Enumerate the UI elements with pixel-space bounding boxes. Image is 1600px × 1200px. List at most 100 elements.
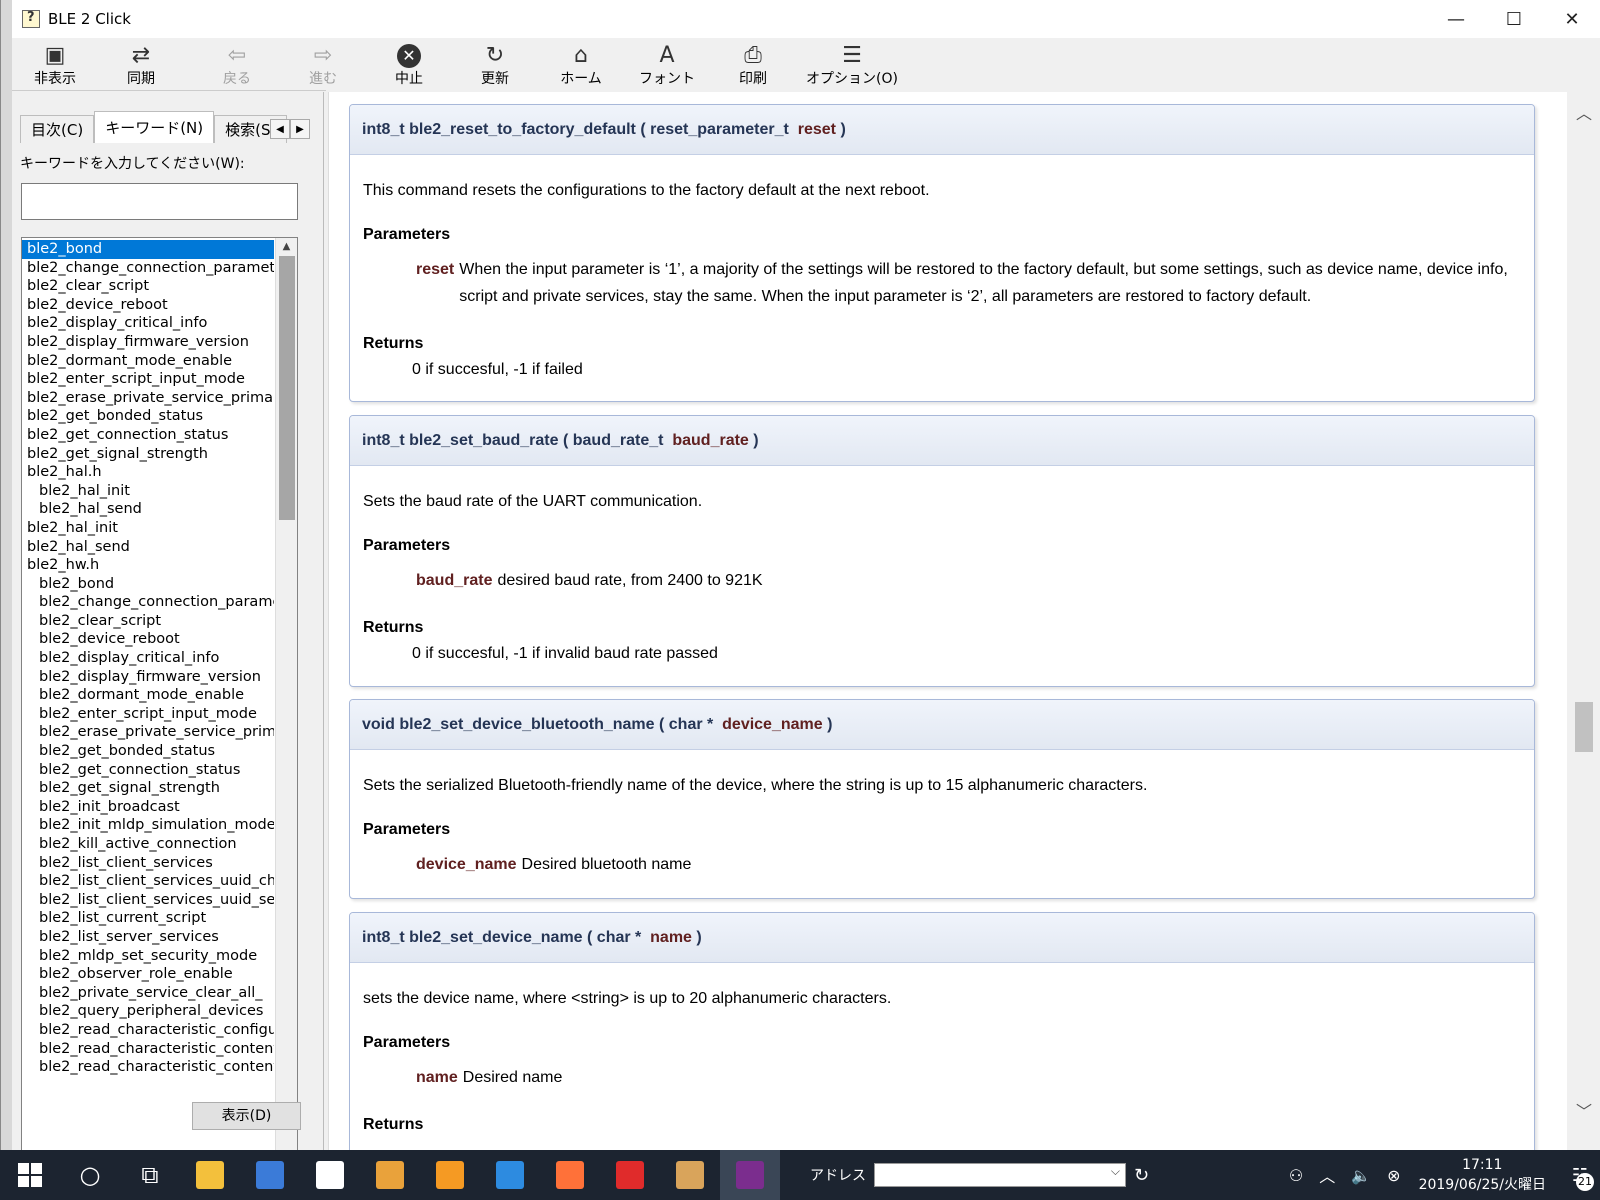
- keyword-list-item[interactable]: ble2_display_critical_info: [22, 314, 274, 333]
- keyword-list-item[interactable]: ble2_read_characteristic_content: [22, 1058, 274, 1077]
- keyword-list-item[interactable]: ble2_erase_private_service_primary: [22, 389, 274, 408]
- search-button[interactable]: ○: [60, 1150, 120, 1200]
- keyword-list-item[interactable]: ble2_change_connection_parameters: [22, 593, 274, 612]
- scroll-up-icon[interactable]: ︿: [1567, 100, 1600, 124]
- keyword-input[interactable]: [21, 183, 298, 220]
- keyword-list-item[interactable]: ble2_enter_script_input_mode: [22, 705, 274, 724]
- keyword-list-item[interactable]: ble2_display_firmware_version: [22, 668, 274, 687]
- tab-scroll-left-button[interactable]: ◀: [270, 119, 290, 139]
- keyword-list-item[interactable]: ble2_get_bonded_status: [22, 742, 274, 761]
- keyword-list-item[interactable]: ble2_get_connection_status: [22, 761, 274, 780]
- keyword-list-item[interactable]: ble2_device_reboot: [22, 296, 274, 315]
- keyword-list-item[interactable]: ble2_dormant_mode_enable: [22, 352, 274, 371]
- keyword-list-item[interactable]: ble2_device_reboot: [22, 630, 274, 649]
- function-doc-block: int8_t ble2_set_device_name ( char * nam…: [349, 912, 1535, 1150]
- start-button[interactable]: [0, 1150, 60, 1200]
- keyword-list-item[interactable]: ble2_query_peripheral_devices: [22, 1002, 274, 1021]
- tab-keyword[interactable]: キーワード(N): [94, 111, 215, 143]
- title-bar[interactable]: BLE 2 Click — ☐ ✕: [12, 0, 1600, 38]
- keyword-list-item[interactable]: ble2_hal.h: [22, 463, 274, 482]
- keyword-list-item[interactable]: ble2_change_connection_parameters: [22, 259, 274, 278]
- keyword-list[interactable]: ble2_bond ble2_change_connection_paramete…: [21, 237, 298, 1179]
- show-button[interactable]: 表示(D): [192, 1102, 301, 1130]
- japanese-app-taskbar-button[interactable]: [240, 1150, 300, 1200]
- keyword-list-item[interactable]: ble2_hal_init: [22, 519, 274, 538]
- camera-app-taskbar-button[interactable]: [420, 1150, 480, 1200]
- network-error-icon[interactable]: ⊗: [1387, 1166, 1400, 1185]
- print-button[interactable]: ⎙ 印刷: [710, 38, 796, 90]
- options-button[interactable]: ☰ オプション(O): [796, 38, 908, 90]
- media-player-taskbar-button[interactable]: [360, 1150, 420, 1200]
- close-button[interactable]: ✕: [1543, 0, 1600, 38]
- keyword-list-scrollbar[interactable]: ▲ ▼: [275, 238, 297, 1178]
- scroll-up-icon[interactable]: ▲: [276, 238, 297, 255]
- keyword-list-item[interactable]: ble2_mldp_set_security_mode: [22, 947, 274, 966]
- file-explorer-taskbar-button[interactable]: [180, 1150, 240, 1200]
- font-button[interactable]: A フォント: [624, 38, 710, 90]
- content-scrollbar[interactable]: ︿ ﹀: [1567, 92, 1600, 1150]
- keyword-list-item[interactable]: ble2_init_mldp_simulation_mode: [22, 816, 274, 835]
- hide-pane-button[interactable]: ▣ 非表示: [12, 38, 98, 90]
- scroll-down-icon[interactable]: ﹀: [1567, 1098, 1600, 1122]
- firefox-taskbar-button[interactable]: [540, 1150, 600, 1200]
- news-app-taskbar-button[interactable]: [480, 1150, 540, 1200]
- keyword-list-item[interactable]: ble2_hal_init: [22, 482, 274, 501]
- refresh-icon[interactable]: ↻: [1134, 1165, 1149, 1186]
- keyword-list-item[interactable]: ble2_get_signal_strength: [22, 445, 274, 464]
- keyword-list-item[interactable]: ble2_list_client_services_uuid_service: [22, 891, 274, 910]
- keyword-list-item[interactable]: ble2_get_signal_strength: [22, 779, 274, 798]
- volume-icon[interactable]: 🔈: [1351, 1166, 1371, 1185]
- content-scroll-thumb[interactable]: [1575, 702, 1593, 752]
- pdf-reader-taskbar-button[interactable]: [600, 1150, 660, 1200]
- stop-button[interactable]: ✕ 中止: [366, 38, 452, 90]
- keyword-list-item[interactable]: ble2_hw.h: [22, 556, 274, 575]
- keyword-list-item[interactable]: ble2_kill_active_connection: [22, 835, 274, 854]
- keyword-list-item[interactable]: ble2_display_critical_info: [22, 649, 274, 668]
- keyword-list-item[interactable]: ble2_list_client_services: [22, 854, 274, 873]
- keyword-list-item[interactable]: ble2_init_broadcast: [22, 798, 274, 817]
- keyword-list-item[interactable]: ble2_clear_script: [22, 612, 274, 631]
- scroll-thumb[interactable]: [279, 256, 295, 520]
- tab-scroll-right-button[interactable]: ▶: [290, 119, 310, 139]
- keyword-list-item[interactable]: ble2_read_characteristic_configuration: [22, 1021, 274, 1040]
- store-taskbar-button[interactable]: [300, 1150, 360, 1200]
- keyword-list-item[interactable]: ble2_enter_script_input_mode: [22, 370, 274, 389]
- keyword-list-item[interactable]: ble2_list_current_script: [22, 909, 274, 928]
- keyword-list-item[interactable]: ble2_clear_script: [22, 277, 274, 296]
- task-view-button[interactable]: ⧉: [120, 1150, 180, 1200]
- keyword-list-item[interactable]: ble2_display_firmware_version: [22, 333, 274, 352]
- parameter-description: Desired bluetooth name: [521, 856, 692, 873]
- home-button[interactable]: ⌂ ホーム: [538, 38, 624, 90]
- people-icon[interactable]: ⚇: [1289, 1166, 1303, 1185]
- keyword-list-item[interactable]: ble2_private_service_clear_all_: [22, 984, 274, 1003]
- keyword-list-item[interactable]: ble2_list_server_services: [22, 928, 274, 947]
- keyword-list-item[interactable]: ble2_list_client_services_uuid_character…: [22, 872, 274, 891]
- keyword-list-item[interactable]: ble2_bond: [22, 240, 274, 259]
- keyword-list-item[interactable]: ble2_observer_role_enable: [22, 965, 274, 984]
- keyword-list-item[interactable]: ble2_hal_send: [22, 538, 274, 557]
- parameter-row: reset When the input parameter is ‘1’, a …: [416, 256, 1522, 310]
- tab-contents[interactable]: 目次(C): [20, 115, 95, 143]
- keyword-list-item[interactable]: ble2_dormant_mode_enable: [22, 686, 274, 705]
- clock[interactable]: 17:11 2019/06/25/火曜日: [1419, 1155, 1546, 1195]
- maximize-button[interactable]: ☐: [1485, 0, 1543, 38]
- sync-button[interactable]: ⇄ 同期: [98, 38, 184, 90]
- chevron-up-icon[interactable]: ︿: [1319, 1163, 1335, 1187]
- ide-app-taskbar-button[interactable]: [720, 1150, 780, 1200]
- package-icon: [676, 1161, 704, 1189]
- keyword-list-item[interactable]: ble2_read_characteristic_content: [22, 1040, 274, 1059]
- notification-center-button[interactable]: ☷ 21: [1560, 1150, 1600, 1200]
- keyword-list-item[interactable]: ble2_hal_send: [22, 500, 274, 519]
- returns-heading: Returns: [363, 619, 424, 636]
- keyword-list-item[interactable]: ble2_get_bonded_status: [22, 407, 274, 426]
- keyword-list-item[interactable]: ble2_get_connection_status: [22, 426, 274, 445]
- navigation-pane: 目次(C) キーワード(N) 検索(S) ◀ ▶ キーワードを入力してください(W)…: [12, 90, 326, 1179]
- return-type: int8_t: [362, 929, 405, 946]
- keyword-list-item[interactable]: ble2_erase_private_service_primary: [22, 723, 274, 742]
- function-name: ble2_set_baud_rate: [409, 432, 559, 449]
- refresh-button[interactable]: ↻ 更新: [452, 38, 538, 90]
- keyword-list-item[interactable]: ble2_bond: [22, 575, 274, 594]
- address-input[interactable]: [874, 1163, 1126, 1187]
- minimize-button[interactable]: —: [1427, 0, 1485, 38]
- package-taskbar-button[interactable]: [660, 1150, 720, 1200]
